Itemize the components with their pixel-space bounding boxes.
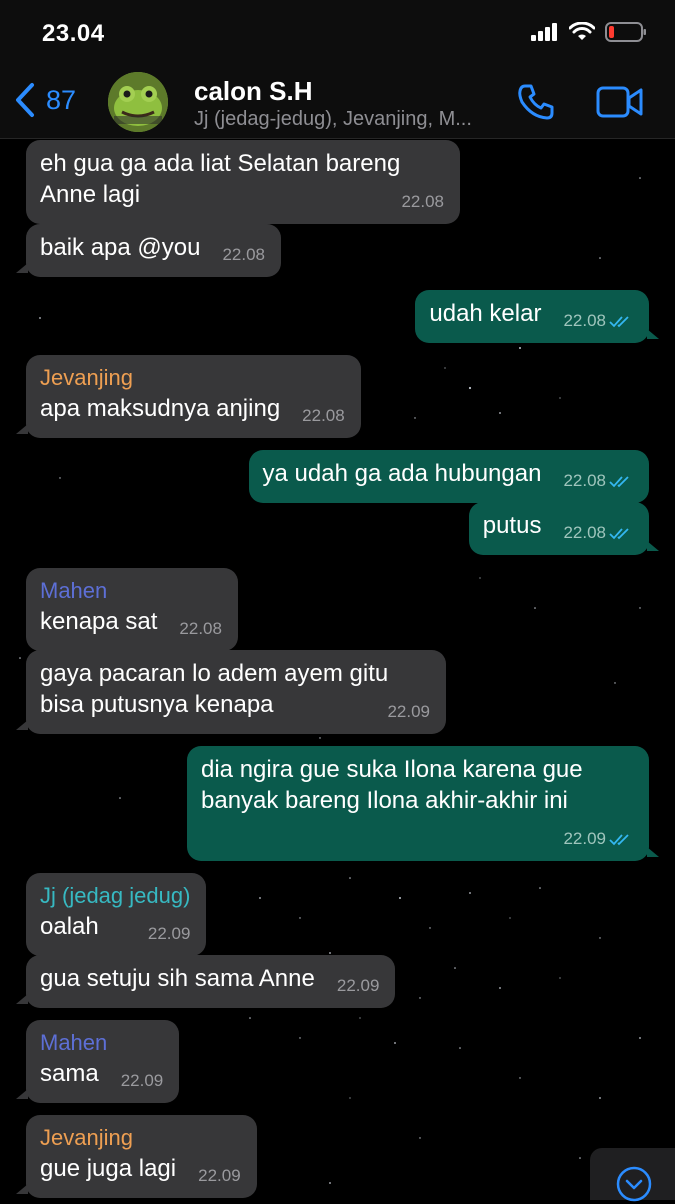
- double-check-icon: [609, 475, 629, 487]
- message-time: 22.08: [401, 192, 444, 211]
- message-text: udah kelar: [429, 300, 542, 327]
- message-time-status: 22.08: [563, 471, 633, 491]
- message-text: kenapa sat: [40, 608, 158, 635]
- message-time: 22.08: [302, 406, 345, 425]
- status-bar: 23.04: [0, 0, 675, 70]
- chat-title[interactable]: calon S.H: [194, 76, 312, 107]
- sender-name[interactable]: Mahen: [40, 1028, 163, 1058]
- sender-name[interactable]: Mahen: [40, 576, 222, 606]
- message-bubble[interactable]: Jevanjing apa maksudnya anjing 22.08: [16, 355, 361, 438]
- sender-name[interactable]: Jevanjing: [40, 1123, 241, 1153]
- bubble-tail: [16, 1184, 28, 1194]
- message-text: apa maksudnya anjing: [40, 395, 281, 422]
- wifi-icon: [569, 22, 595, 40]
- chevron-down-circle-icon: [616, 1166, 652, 1202]
- message-bubble[interactable]: baik apa @you 22.08: [16, 224, 282, 277]
- message-time: 22.09: [336, 976, 380, 995]
- sender-name[interactable]: Jj (jedag jedug): [40, 881, 190, 911]
- message-bubble[interactable]: gua setuju sih sama Anne 22.09: [16, 955, 396, 1008]
- chevron-left-icon: [16, 83, 34, 117]
- status-icons: [531, 22, 647, 42]
- voice-call-button[interactable]: [516, 82, 556, 122]
- message-text: putus: [482, 512, 542, 539]
- sender-name[interactable]: Jevanjing: [40, 363, 345, 393]
- message-time: 22.08: [563, 471, 606, 490]
- message-time: 22.08: [179, 619, 222, 638]
- message-text: oalah: [40, 913, 99, 940]
- message-time: 22.09: [387, 702, 430, 721]
- message-text: eh gua ga ada liat Selatan bareng Anne l…: [40, 150, 401, 208]
- message-bubble[interactable]: putus 22.08: [468, 502, 659, 555]
- group-avatar[interactable]: [108, 72, 168, 132]
- message-time: 22.09: [147, 924, 191, 943]
- message-text: dia ngira gue suka Ilona karena gue bany…: [201, 756, 583, 814]
- unread-count: 87: [46, 84, 77, 115]
- video-camera-icon: [596, 86, 643, 118]
- phone-icon: [518, 84, 554, 120]
- message-text: ya udah ga ada hubungan: [262, 460, 542, 487]
- message-time: 22.08: [222, 245, 266, 264]
- message-time: 22.08: [563, 311, 606, 330]
- back-button[interactable]: 87: [14, 82, 76, 118]
- double-check-icon: [609, 315, 629, 327]
- bubble-tail: [16, 1089, 28, 1099]
- scroll-to-bottom-button[interactable]: [590, 1148, 675, 1202]
- message-time-status: 22.08: [563, 311, 633, 331]
- chat-members[interactable]: Jj (jedag-jedug), Jevanjing, M...: [194, 108, 504, 131]
- message-bubble[interactable]: udah kelar 22.08: [415, 290, 659, 343]
- battery-icon: [605, 22, 646, 42]
- chat-header: 87 calon S.H Jj (jedag-jedug), Jevanjing…: [0, 70, 675, 139]
- message-text: sama: [40, 1060, 99, 1087]
- message-bubble[interactable]: ya udah ga ada hubungan 22.08: [248, 450, 649, 503]
- video-call-button[interactable]: [596, 84, 644, 120]
- message-bubble[interactable]: Jevanjing gue juga lagi 22.09: [16, 1115, 257, 1198]
- message-time: 22.09: [198, 1166, 241, 1185]
- message-bubble[interactable]: gaya pacaran lo adem ayem gitu bisa putu…: [16, 650, 446, 734]
- status-time: 23.04: [42, 20, 105, 47]
- message-text: gue juga lagi: [40, 1155, 177, 1182]
- message-list: eh gua ga ada liat Selatan bareng Anne l…: [0, 138, 675, 1200]
- message-bubble[interactable]: Mahen kenapa sat 22.08: [26, 568, 238, 651]
- bubble-tail: [647, 329, 659, 339]
- message-bubble[interactable]: Mahen sama 22.09: [16, 1020, 180, 1103]
- message-text: gaya pacaran lo adem ayem gitu bisa putu…: [40, 660, 389, 718]
- double-check-icon: [609, 833, 629, 845]
- message-time-status: 22.08: [563, 523, 633, 543]
- double-check-icon: [609, 527, 629, 539]
- message-time: 22.09: [563, 829, 606, 848]
- message-bubble[interactable]: Jj (jedag jedug) oalah 22.09: [26, 873, 207, 956]
- frog-avatar-image: [108, 72, 168, 132]
- message-time: 22.08: [563, 523, 606, 542]
- bubble-tail: [647, 541, 659, 551]
- message-text: baik apa @you: [40, 234, 201, 261]
- bubble-tail: [16, 720, 28, 730]
- message-time-status: 22.09: [563, 829, 633, 849]
- bubble-tail: [16, 263, 28, 273]
- bubble-tail: [647, 847, 659, 857]
- signal-icon: [531, 23, 557, 41]
- message-time: 22.09: [120, 1071, 164, 1090]
- message-bubble[interactable]: eh gua ga ada liat Selatan bareng Anne l…: [26, 140, 460, 224]
- bubble-tail: [16, 424, 28, 434]
- bubble-tail: [16, 994, 28, 1004]
- message-text: gua setuju sih sama Anne: [40, 965, 315, 992]
- message-bubble[interactable]: dia ngira gue suka Ilona karena gue bany…: [187, 746, 659, 861]
